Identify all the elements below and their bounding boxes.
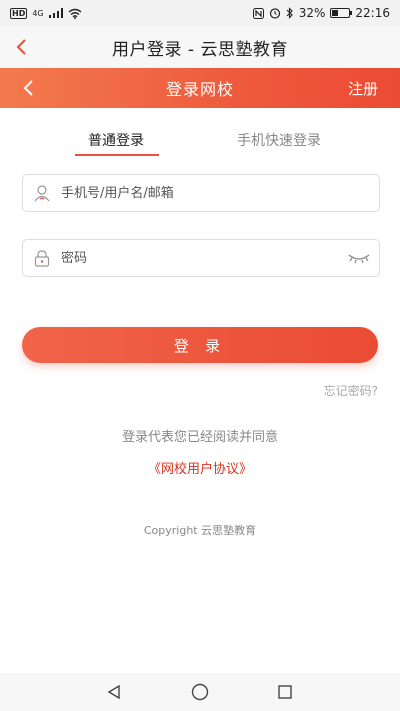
password-field[interactable]: [22, 239, 380, 277]
register-link[interactable]: 注册: [348, 78, 378, 99]
login-tabs: 普通登录 手机快速登录: [0, 120, 400, 160]
toggle-password-visibility[interactable]: [339, 240, 379, 276]
forgot-password-link[interactable]: 忘记密码?: [324, 382, 378, 399]
hd-badge: HD: [10, 7, 28, 19]
tab-phone-login[interactable]: 手机快速登录: [237, 130, 321, 150]
password-input[interactable]: [61, 241, 339, 275]
battery-percent: 32%: [298, 6, 326, 20]
bluetooth-icon: [286, 7, 293, 19]
wifi-icon: [68, 8, 82, 19]
agreement-text: 登录代表您已经阅读并同意: [121, 430, 278, 445]
titlebar-back-button[interactable]: [8, 32, 34, 62]
alarm-icon: [269, 8, 280, 19]
tab-normal-login[interactable]: 普通登录: [88, 130, 144, 150]
triangle-back-icon: [107, 684, 120, 700]
circle-home-icon: [191, 683, 209, 701]
battery-icon: [330, 8, 353, 18]
active-tab-indicator: [75, 154, 159, 156]
header-title: 登录网校: [165, 80, 234, 99]
chevron-left-icon: [16, 39, 26, 55]
lock-icon: [34, 250, 50, 267]
username-input[interactable]: [61, 176, 379, 210]
status-right: 32% 22:16: [252, 6, 390, 20]
status-bar: HD 4G 32% 22:16: [0, 0, 400, 26]
user-icon-wrap: [23, 175, 61, 211]
square-recent-icon: [278, 685, 292, 699]
lock-icon-wrap: [23, 240, 61, 276]
nav-back-button[interactable]: [99, 677, 129, 707]
nfc-icon: [252, 7, 264, 19]
copyright-text: Copyright 云思塾教育: [143, 524, 257, 537]
header-back-button[interactable]: [14, 73, 42, 103]
user-icon: [34, 185, 50, 202]
login-button[interactable]: 登 录: [22, 327, 378, 363]
status-left: HD 4G: [10, 7, 82, 19]
user-agreement-link[interactable]: 《网校用户协议》: [0, 458, 400, 477]
page-title: 用户登录 - 云思塾教育: [112, 39, 288, 60]
nav-recent-button[interactable]: [270, 677, 300, 707]
network-label: 4G: [32, 8, 44, 18]
signal-icon: [48, 8, 63, 18]
eye-closed-icon: [348, 254, 370, 264]
chevron-left-icon: [23, 80, 33, 96]
status-time: 22:16: [355, 6, 390, 20]
login-header: 登录网校 注册: [0, 68, 400, 108]
app-titlebar: 用户登录 - 云思塾教育: [0, 26, 400, 68]
nav-home-button[interactable]: [185, 677, 215, 707]
system-navbar: [0, 673, 400, 711]
username-field[interactable]: [22, 174, 380, 212]
